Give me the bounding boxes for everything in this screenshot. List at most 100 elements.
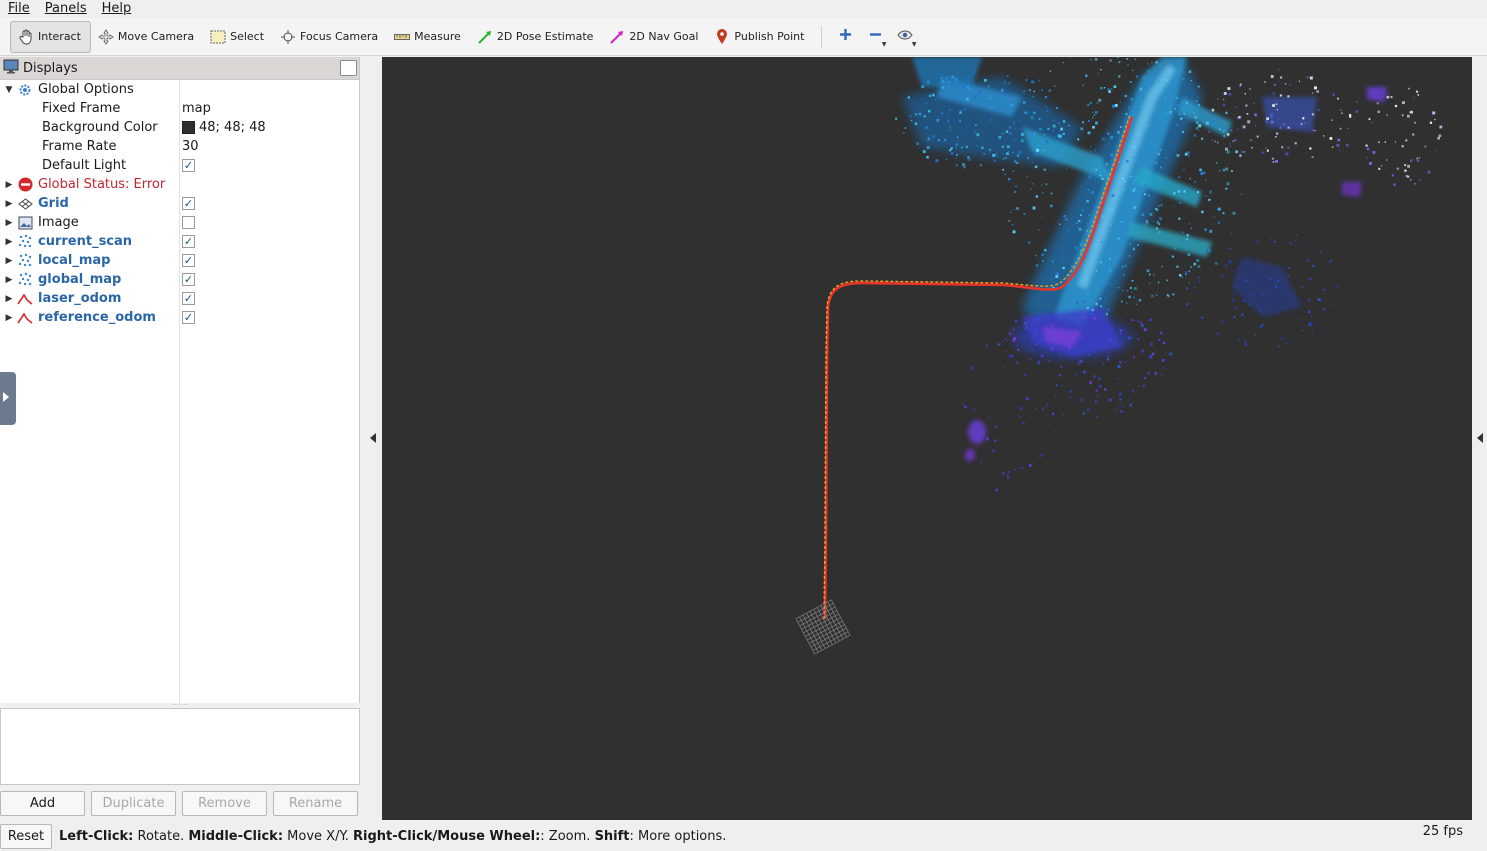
point-speck bbox=[1372, 151, 1376, 154]
expand-right-arrow-icon[interactable]: ▶ bbox=[1, 275, 17, 285]
point-speck bbox=[1143, 328, 1147, 332]
duplicate-button[interactable]: Duplicate bbox=[91, 791, 176, 816]
point-speck bbox=[1254, 113, 1257, 117]
point-speck bbox=[1251, 147, 1253, 149]
frame-rate-value[interactable]: 30 bbox=[182, 137, 199, 156]
tree-row-image[interactable]: ▶ Image bbox=[0, 213, 359, 232]
interact-tool-button[interactable]: Interact bbox=[10, 20, 91, 53]
point-speck bbox=[970, 366, 974, 370]
render-viewport[interactable] bbox=[382, 57, 1472, 820]
point-speck bbox=[1021, 466, 1024, 470]
point-speck bbox=[1035, 135, 1038, 138]
tree-row-global-map[interactable]: ▶ global_map ✓ bbox=[0, 270, 359, 289]
tree-row-default-light[interactable]: Default Light ✓ bbox=[0, 156, 359, 175]
expand-right-arrow-icon[interactable]: ▶ bbox=[1, 199, 17, 209]
hint-right-click-text: : Zoom. bbox=[540, 828, 595, 844]
point-speck bbox=[1128, 397, 1130, 400]
display-enabled-checkbox[interactable] bbox=[182, 216, 195, 229]
point-speck bbox=[1201, 137, 1204, 140]
point-speck bbox=[1435, 149, 1437, 151]
point-speck bbox=[1264, 81, 1266, 83]
focus-camera-tool-button[interactable]: Focus Camera bbox=[273, 21, 387, 53]
remove-button[interactable]: Remove bbox=[182, 791, 267, 816]
measure-tool-button[interactable]: Measure bbox=[387, 21, 470, 53]
publish-point-label: Publish Point bbox=[734, 30, 805, 43]
left-dock-collapse[interactable] bbox=[361, 57, 382, 819]
tree-row-frame-rate[interactable]: Frame Rate 30 bbox=[0, 137, 359, 156]
add-tool-button[interactable] bbox=[830, 23, 860, 51]
publish-point-tool-button[interactable]: Publish Point bbox=[707, 21, 813, 53]
nav-goal-tool-button[interactable]: 2D Nav Goal bbox=[602, 21, 707, 53]
point-speck bbox=[1250, 139, 1252, 141]
tree-row-global-options[interactable]: ▼ Global Options bbox=[0, 80, 359, 99]
panel-float-button[interactable] bbox=[340, 60, 357, 76]
background-color-value[interactable]: 48; 48; 48 bbox=[182, 118, 266, 137]
point-speck bbox=[1194, 116, 1197, 119]
pose-estimate-tool-button[interactable]: 2D Pose Estimate bbox=[470, 21, 603, 53]
display-enabled-checkbox[interactable]: ✓ bbox=[182, 197, 195, 210]
menu-panels[interactable]: Panels bbox=[37, 1, 94, 16]
display-enabled-checkbox[interactable]: ✓ bbox=[182, 292, 195, 305]
expand-right-arrow-icon[interactable]: ▶ bbox=[1, 180, 17, 190]
point-speck bbox=[1112, 104, 1116, 108]
default-light-checkbox[interactable]: ✓ bbox=[182, 159, 195, 172]
point-speck bbox=[942, 86, 944, 89]
point-speck bbox=[1110, 208, 1113, 211]
point-speck bbox=[1208, 249, 1211, 252]
expand-right-arrow-icon[interactable]: ▶ bbox=[1, 313, 17, 323]
point-speck bbox=[1227, 87, 1231, 90]
tree-row-local-map[interactable]: ▶ local_map ✓ bbox=[0, 251, 359, 270]
point-speck bbox=[1329, 137, 1333, 140]
tree-row-reference-odom[interactable]: ▶ reference_odom ✓ bbox=[0, 308, 359, 327]
expand-right-arrow-icon[interactable]: ▶ bbox=[1, 237, 17, 247]
tree-row-fixed-frame[interactable]: Fixed Frame map bbox=[0, 99, 359, 118]
panel-splitter[interactable]: ······· bbox=[170, 702, 190, 709]
point-speck bbox=[1026, 397, 1029, 400]
tree-row-laser-odom[interactable]: ▶ laser_odom ✓ bbox=[0, 289, 359, 308]
displays-tree: ▼ Global Options Fixed Frame map Backgro… bbox=[0, 80, 359, 327]
rename-button[interactable]: Rename bbox=[273, 791, 358, 816]
side-dock-handle[interactable] bbox=[0, 372, 16, 425]
point-speck bbox=[1048, 360, 1051, 362]
tree-row-current-scan[interactable]: ▶ current_scan ✓ bbox=[0, 232, 359, 251]
select-tool-button[interactable]: Select bbox=[203, 21, 273, 53]
add-button[interactable]: Add bbox=[0, 791, 85, 816]
point-speck bbox=[1147, 193, 1150, 197]
right-dock-collapse[interactable] bbox=[1472, 57, 1487, 819]
point-speck bbox=[1046, 140, 1049, 144]
point-speck bbox=[1086, 408, 1090, 411]
fixed-frame-value[interactable]: map bbox=[182, 99, 211, 118]
point-speck bbox=[1076, 222, 1078, 224]
move-camera-tool-button[interactable]: Move Camera bbox=[91, 21, 203, 53]
reset-button[interactable]: Reset bbox=[0, 823, 52, 849]
display-enabled-checkbox[interactable]: ✓ bbox=[182, 311, 195, 324]
display-enabled-checkbox[interactable]: ✓ bbox=[182, 254, 195, 267]
point-speck bbox=[1128, 295, 1131, 299]
point-speck bbox=[1111, 322, 1113, 324]
menu-file[interactable]: File bbox=[0, 1, 37, 16]
remove-tool-button[interactable]: ▼ bbox=[860, 23, 890, 51]
tool-properties-button[interactable]: ▼ bbox=[890, 23, 920, 51]
point-speck bbox=[1123, 180, 1126, 183]
point-speck bbox=[1157, 80, 1160, 83]
point-speck bbox=[1013, 139, 1016, 142]
point-speck bbox=[1050, 323, 1054, 327]
point-speck bbox=[1042, 260, 1044, 262]
expand-right-arrow-icon[interactable]: ▶ bbox=[1, 294, 17, 304]
tree-row-grid[interactable]: ▶ Grid ✓ bbox=[0, 194, 359, 213]
point-speck bbox=[1041, 453, 1044, 456]
point-speck bbox=[1225, 187, 1228, 190]
expand-right-arrow-icon[interactable]: ▶ bbox=[1, 256, 17, 266]
tree-row-global-status[interactable]: ▶ Global Status: Error bbox=[0, 175, 359, 194]
display-enabled-checkbox[interactable]: ✓ bbox=[182, 273, 195, 286]
point-speck bbox=[1039, 319, 1041, 321]
point-speck bbox=[1287, 267, 1290, 270]
point-speck bbox=[991, 116, 993, 118]
expand-right-arrow-icon[interactable]: ▶ bbox=[1, 218, 17, 228]
color-swatch[interactable] bbox=[182, 121, 195, 134]
point-speck bbox=[1179, 113, 1181, 115]
display-enabled-checkbox[interactable]: ✓ bbox=[182, 235, 195, 248]
menu-help[interactable]: Help bbox=[94, 1, 139, 16]
expand-down-arrow-icon[interactable]: ▼ bbox=[1, 85, 17, 95]
tree-row-background-color[interactable]: Background Color 48; 48; 48 bbox=[0, 118, 359, 137]
